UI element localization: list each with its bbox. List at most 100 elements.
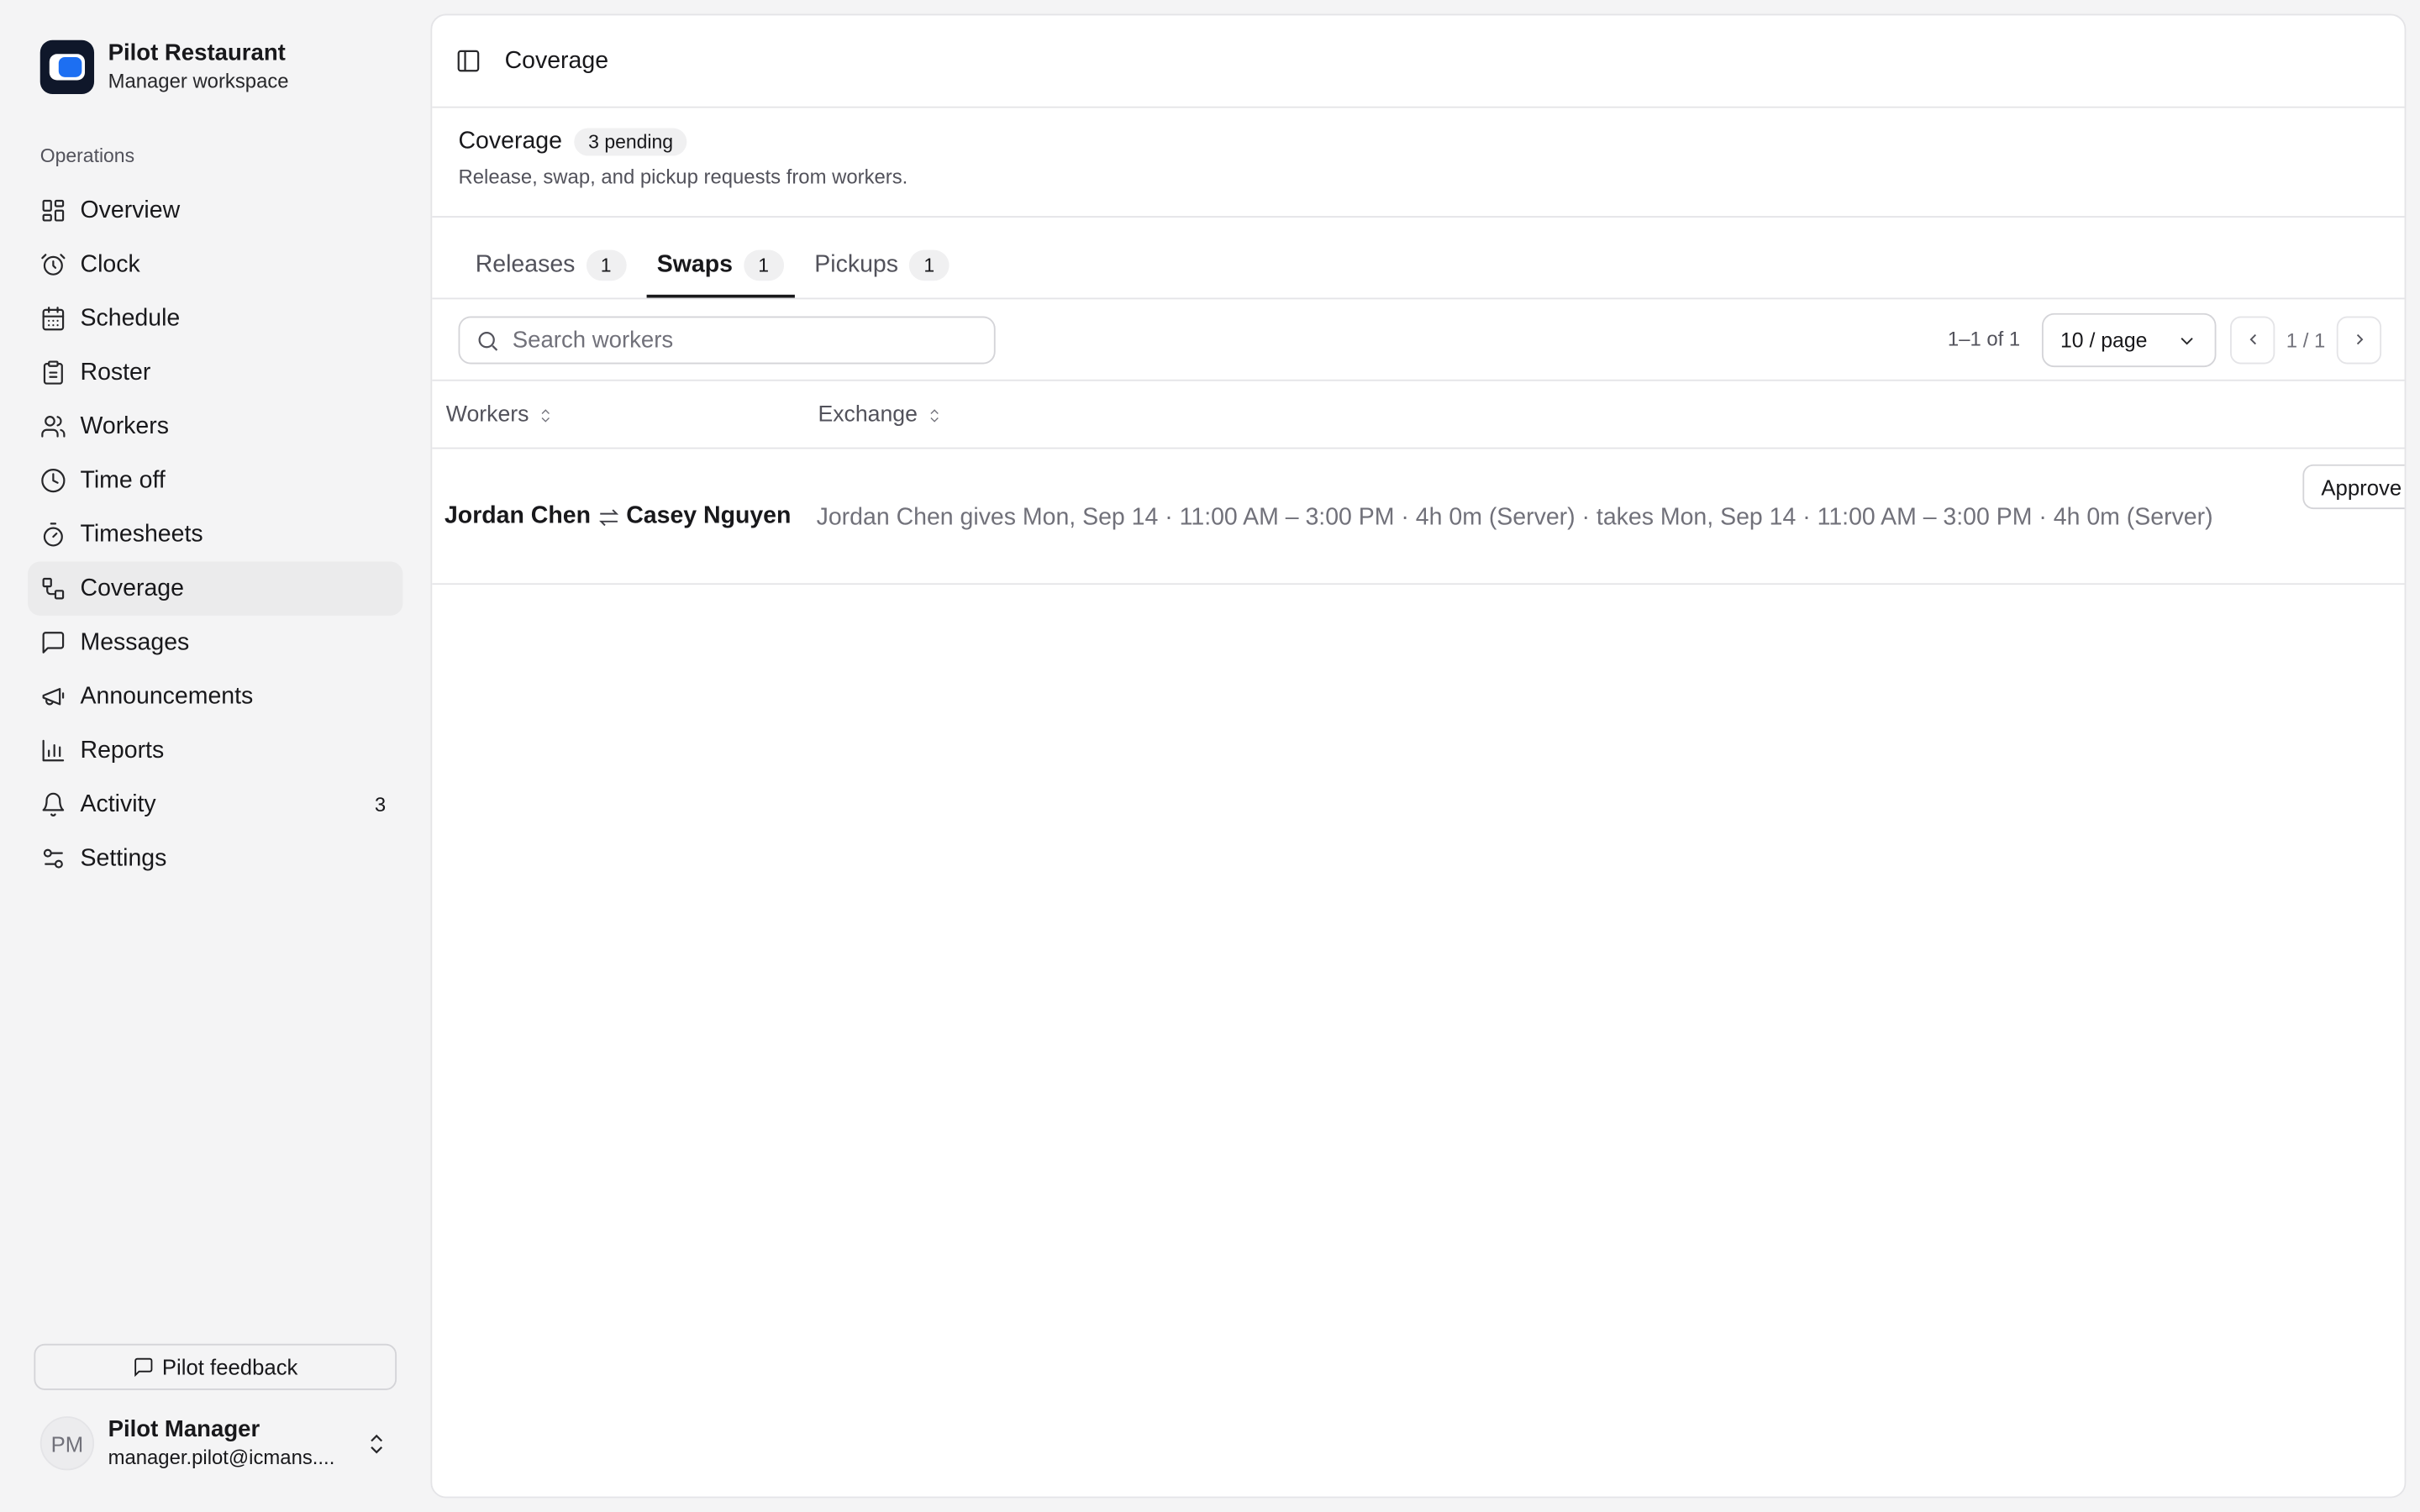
search-input[interactable] [512,327,976,354]
tab-swaps[interactable]: Swaps 1 [645,233,795,298]
bell-icon [42,792,65,816]
coverage-icon [42,577,65,600]
sidebar-item-label: Workers [80,412,169,439]
page-title: Coverage [458,128,562,155]
pilot-feedback-button[interactable]: Pilot feedback [34,1343,397,1390]
workspace-name: Manager workspace [108,69,289,93]
user-name: Pilot Manager [108,1416,260,1443]
tab-count-badge: 1 [586,249,627,281]
sidebar-item-label: Timesheets [80,520,203,548]
clipboard-icon [43,360,63,385]
tab-count-badge: 1 [908,249,950,281]
sidebar-item-announcements[interactable]: Announcements [28,669,402,723]
tab-label: Swaps [656,251,733,278]
sidebar-item-messages[interactable]: Messages [28,616,402,669]
sidebar-item-settings[interactable]: Settings [28,832,402,885]
user-email: manager.pilot@icmans.... [108,1445,335,1469]
worker-to: Casey Nguyen [626,502,792,529]
search-box [458,316,996,365]
column-header-exchange[interactable]: Exchange [818,402,942,428]
pilot-feedback-label: Pilot feedback [161,1354,298,1380]
sidebar-item-label: Time off [80,466,166,493]
sidebar-item-roster[interactable]: Roster [28,345,402,399]
activity-count-badge: 3 [374,793,387,816]
chevron-left-icon [2249,333,2256,345]
workers-cell: Jordan Chen Casey Nguyen [445,503,791,531]
workspace-switcher[interactable]: Pilot Restaurant Manager workspace [39,39,289,95]
tab-count-badge: 1 [743,249,784,281]
sidebar-item-label: Settings [80,844,167,871]
sidebar-nav: Overview Clock Schedule Roster Workers T… [28,184,403,886]
search-icon [478,331,498,350]
column-label: Exchange [818,402,918,428]
user-menu[interactable]: PM Pilot Manager manager.pilot@icmans...… [39,1416,395,1471]
bar-chart-icon [42,739,65,762]
avatar: PM [39,1416,95,1471]
clock-icon [41,469,66,493]
sidebar-item-label: Coverage [80,575,184,601]
tab-pickups[interactable]: Pickups 1 [803,233,960,297]
page-header: Coverage 3 pending Release, swap, and pi… [432,108,2405,218]
users-icon [41,416,66,438]
sidebar-item-reports[interactable]: Reports [28,723,402,777]
chevron-down-icon [2181,337,2193,344]
page-size-value: 10 / page [2060,328,2148,352]
sidebar-item-time-off[interactable]: Time off [28,454,402,507]
sort-icon [929,408,938,422]
pagination: 1 / 1 [2230,315,2382,365]
topbar: Coverage [432,15,2405,108]
sidebar-item-label: Clock [80,250,140,277]
sidebar: Pilot Restaurant Manager workspace Opera… [0,0,429,1512]
pending-badge: 3 pending [574,128,687,156]
timer-icon [43,522,63,547]
megaphone-icon [42,688,65,706]
sidebar-toggle-icon[interactable] [455,48,481,74]
table-toolbar: 1–1 of 1 10 / page 1 / 1 [432,299,2405,381]
column-label: Workers [445,402,529,428]
sidebar-item-activity[interactable]: Activity 3 [28,778,402,832]
coverage-tabs: Releases 1 Swaps 1 Pickups 1 [432,218,2405,300]
prev-page-button[interactable] [2230,315,2275,364]
swap-arrows-icon [598,508,618,526]
sort-icon [541,408,550,422]
tab-label: Releases [475,251,576,278]
app-logo [39,39,95,95]
sidebar-item-label: Roster [80,359,151,386]
alarm-clock-icon [41,254,66,276]
worker-from: Jordan Chen [444,502,591,529]
table-header: Workers Exchange [432,381,2405,449]
sidebar-item-label: Overview [80,197,181,223]
tab-releases[interactable]: Releases 1 [465,233,637,297]
app-name: Pilot Restaurant [108,39,286,66]
column-header-workers[interactable]: Workers [445,402,554,428]
sidebar-item-label: Messages [80,628,190,655]
sidebar-item-timesheets[interactable]: Timesheets [28,507,402,561]
dashboard-icon [42,199,65,222]
chevrons-up-down-icon [371,1434,383,1454]
page-indicator: 1 / 1 [2286,328,2326,351]
sidebar-item-coverage[interactable]: Coverage [28,561,403,616]
sidebar-item-clock[interactable]: Clock [28,238,402,291]
sliders-icon [43,848,63,869]
sidebar-item-overview[interactable]: Overview [28,184,402,238]
page-size-select[interactable]: 10 / page [2041,312,2217,368]
page-subtitle: Release, swap, and pickup requests from … [458,165,908,189]
sidebar-item-workers[interactable]: Workers [28,400,402,454]
feedback-icon [134,1357,153,1378]
sidebar-item-label: Schedule [80,304,181,331]
sidebar-item-label: Activity [80,790,156,817]
chevron-right-icon [2355,333,2363,345]
sidebar-item-label: Announcements [80,682,254,709]
tab-label: Pickups [814,251,898,278]
next-page-button[interactable] [2336,315,2382,364]
result-range: 1–1 of 1 [1947,327,2021,350]
message-icon [42,632,65,654]
calendar-icon [42,307,65,331]
table-row: Jordan Chen Casey Nguyen Jordan Chen giv… [432,449,2405,585]
main-panel: Coverage Coverage 3 pending Release, swa… [430,13,2407,1499]
approve-button[interactable]: Approve [2302,464,2405,510]
nav-section-label: Operations [39,144,135,167]
sidebar-item-schedule[interactable]: Schedule [28,291,402,345]
topbar-title: Coverage [504,47,609,74]
sidebar-item-label: Reports [80,737,165,764]
